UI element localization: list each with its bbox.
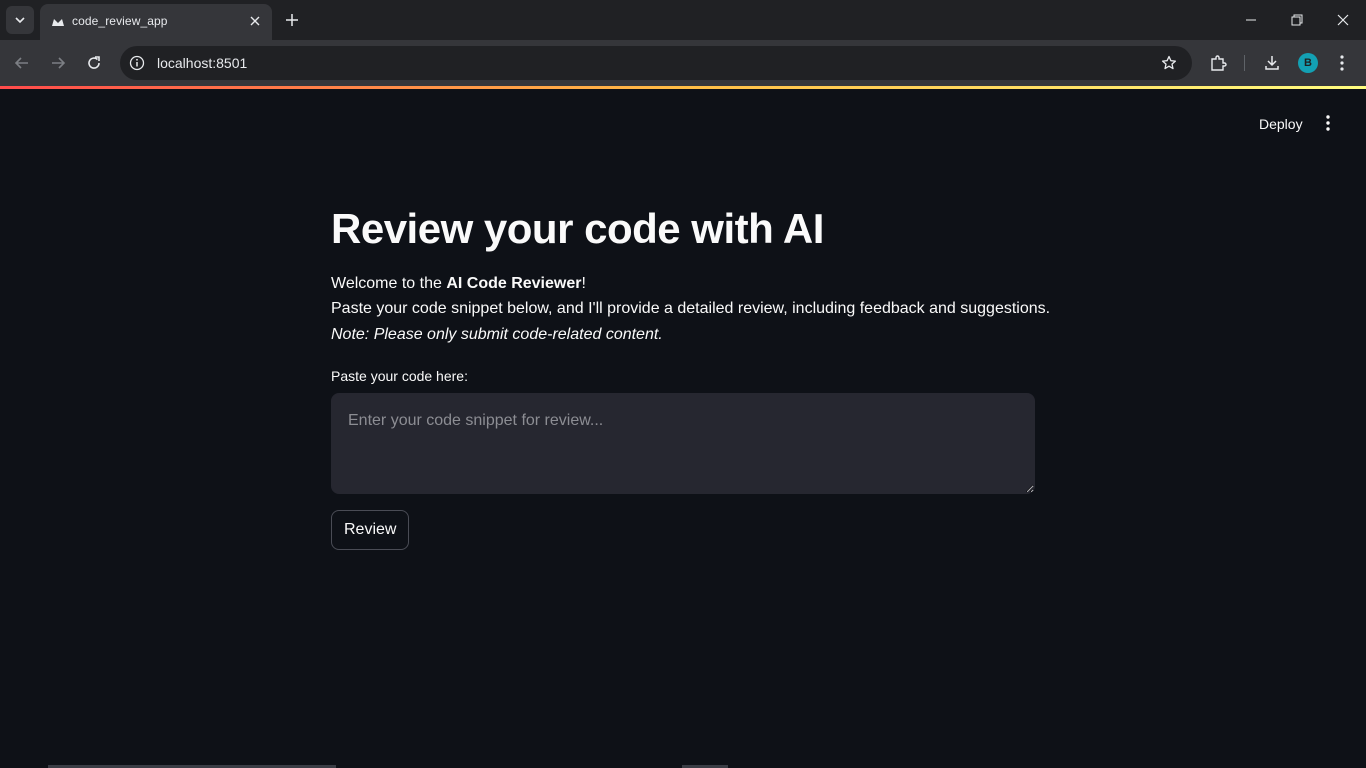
url-text[interactable]: localhost:8501 bbox=[157, 55, 247, 71]
close-icon bbox=[1337, 14, 1349, 26]
new-tab-button[interactable] bbox=[281, 9, 303, 31]
browser-menu-icon[interactable] bbox=[1331, 52, 1353, 74]
browser-tabstrip: code_review_app bbox=[0, 0, 1366, 40]
forward-button[interactable] bbox=[44, 49, 72, 77]
toolbar-divider bbox=[1244, 55, 1245, 71]
chevron-down-icon bbox=[15, 17, 25, 24]
browser-toolbar: localhost:8501 bbox=[0, 40, 1366, 86]
restore-button[interactable] bbox=[1274, 0, 1320, 40]
profile-avatar[interactable]: B bbox=[1298, 53, 1318, 73]
deploy-button[interactable]: Deploy bbox=[1249, 111, 1313, 137]
download-icon[interactable] bbox=[1261, 52, 1283, 74]
bookmark-star-icon[interactable] bbox=[1160, 54, 1178, 72]
arrow-left-icon bbox=[14, 57, 28, 69]
tab-search-button[interactable] bbox=[6, 6, 34, 34]
streamlit-favicon-icon bbox=[50, 14, 66, 30]
review-button[interactable]: Review bbox=[331, 510, 410, 550]
code-input[interactable] bbox=[331, 393, 1035, 494]
arrow-right-icon bbox=[52, 57, 66, 69]
site-info-icon[interactable] bbox=[128, 54, 146, 72]
code-input-label: Paste your code here: bbox=[331, 368, 468, 384]
minimize-button[interactable] bbox=[1228, 0, 1274, 40]
tab-title: code_review_app bbox=[72, 14, 168, 28]
main-menu-button[interactable] bbox=[1316, 111, 1340, 135]
extensions-icon[interactable] bbox=[1207, 52, 1229, 74]
minimize-icon bbox=[1246, 19, 1256, 21]
more-vertical-icon bbox=[1326, 115, 1330, 131]
close-tab-icon[interactable] bbox=[246, 12, 264, 30]
welcome-text: Welcome to the AI Code Reviewer! bbox=[331, 275, 586, 293]
close-window-button[interactable] bbox=[1320, 0, 1366, 40]
app-view: Deploy Review your code with AI Welcome … bbox=[0, 89, 1366, 768]
note-text: Note: Please only submit code-related co… bbox=[331, 326, 663, 343]
instructions-text: Paste your code snippet below, and I'll … bbox=[331, 300, 1051, 317]
browser-tab[interactable]: code_review_app bbox=[40, 4, 272, 40]
app-name: AI Code Reviewer bbox=[446, 275, 582, 292]
welcome-suffix: ! bbox=[581, 275, 586, 292]
welcome-prefix: Welcome to the bbox=[331, 275, 447, 292]
restore-icon bbox=[1291, 14, 1303, 26]
reload-icon bbox=[88, 56, 100, 69]
plus-icon bbox=[286, 14, 298, 26]
address-bar[interactable]: localhost:8501 bbox=[120, 46, 1192, 80]
back-button[interactable] bbox=[8, 49, 36, 77]
reload-button[interactable] bbox=[80, 49, 108, 77]
page-title: Review your code with AI bbox=[331, 205, 824, 252]
